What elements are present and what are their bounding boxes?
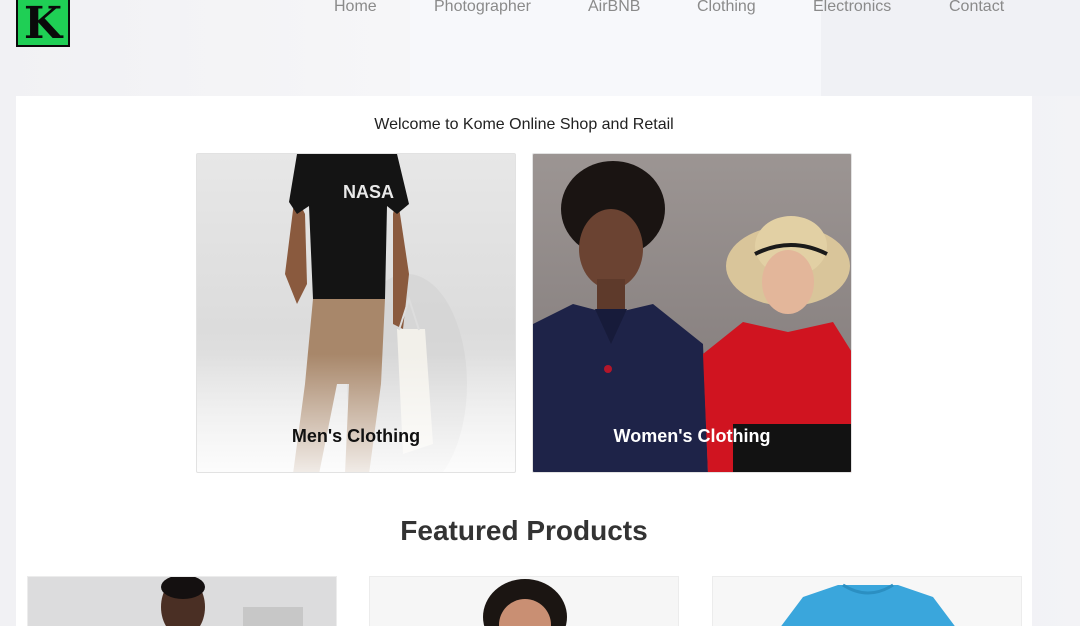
main-nav: Home Photographer AirBNB Clothing Electr… (0, 0, 1080, 20)
product-image (370, 577, 678, 626)
category-mens-clothing[interactable]: NASA Men's Clothing (196, 153, 516, 473)
category-womens-clothing[interactable]: Women's Clothing (532, 153, 852, 473)
featured-products-heading: Featured Products (400, 515, 648, 546)
svg-text:NASA: NASA (343, 182, 394, 202)
nav-contact[interactable]: Contact (949, 0, 1004, 16)
product-image (28, 577, 336, 626)
nav-airbnb[interactable]: AirBNB (588, 0, 640, 16)
category-label: Men's Clothing (291, 426, 421, 446)
nav-electronics[interactable]: Electronics (813, 0, 891, 16)
nav-home[interactable]: Home (334, 0, 377, 16)
product-image (713, 577, 1021, 626)
product-card[interactable] (369, 576, 679, 626)
product-card[interactable] (712, 576, 1022, 626)
product-card[interactable] (27, 576, 337, 626)
nav-photographer[interactable]: Photographer (434, 0, 531, 16)
welcome-text: Welcome to Kome Online Shop and Retail (374, 116, 674, 133)
category-label: Women's Clothing (613, 426, 771, 446)
nav-clothing[interactable]: Clothing (697, 0, 756, 16)
